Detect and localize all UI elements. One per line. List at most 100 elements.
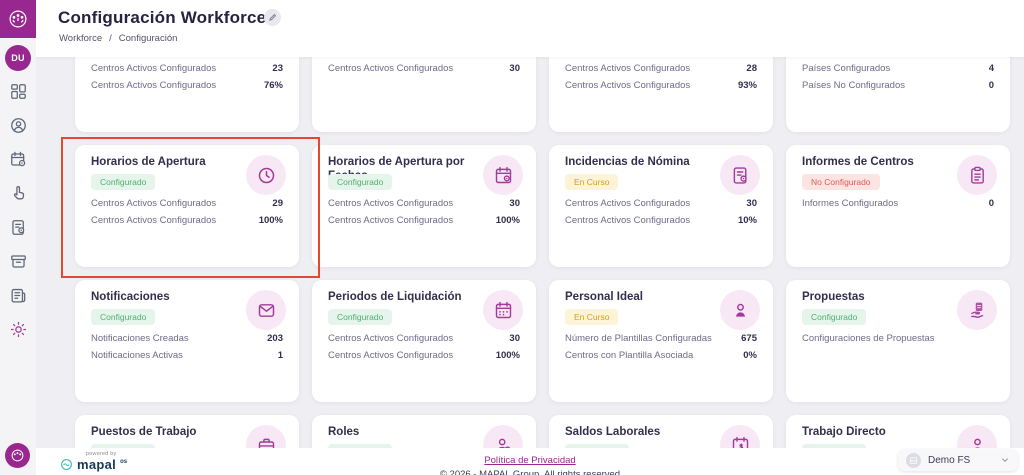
page-header: Configuración Workforce Workforce / Conf… [36,0,1024,57]
stat-row: Centros Activos Configurados 29 [91,198,283,209]
stat-label: Centros Activos Configurados [328,215,453,226]
card-partial-4[interactable]: Países Configurados4 Países No Configura… [786,57,1010,132]
status-badge: No Configurado [802,174,880,190]
chevron-down-icon [1000,455,1010,465]
stat-row: Centros con Plantilla Asociada0% [565,350,757,361]
card-partial-1[interactable]: Centros Activos Configurados 23 Centros A… [75,57,299,132]
dashboard-icon[interactable] [9,82,28,101]
card-title: Horarios de Apertura [91,156,239,170]
archive-icon[interactable] [9,252,28,271]
stat-label: Centros Activos Configurados [91,63,216,74]
card-title: Trabajo Directo [802,426,950,440]
stat-value: 29 [272,198,283,209]
stat-value: 0 [989,80,994,91]
environment-selector[interactable]: Demo FS [898,449,1018,471]
edit-title-button[interactable] [264,9,281,26]
card-partial-2[interactable]: Centros Activos Configurados30 [312,57,536,132]
stat-label: Centros Activos Configurados [565,63,690,74]
stat-label: Número de Plantillas Configuradas [565,333,712,344]
user-avatar[interactable]: DU [5,45,31,71]
card-title: Puestos de Trabajo [91,426,239,440]
stat-label: Centros Activos Configurados [328,350,453,361]
card-propuestas[interactable]: Propuestas Configurado Configuraciones d… [786,280,1010,402]
mapal-badge-button[interactable] [5,443,30,468]
briefcase-icon [246,425,286,448]
stat-row: Centros Activos Configurados 30 [328,333,520,344]
stat-value: 23 [272,63,283,74]
stat-label: Centros Activos Configurados [565,215,690,226]
stat-label: Centros Activos Configurados [328,333,453,344]
users-icon[interactable] [9,116,28,135]
card-notificaciones[interactable]: Notificaciones Configurado Notificacione… [75,280,299,402]
card-row-2: Horarios de Apertura Configurado Centros… [75,145,1010,267]
card-periodos-de-liquidacion[interactable]: Periodos de Liquidación Configurado Cent… [312,280,536,402]
stat-label: Notificaciones Creadas [91,333,189,344]
stat-row: Centros Activos Configurados30 [565,198,757,209]
clock-icon [246,155,286,195]
calendar-icon [483,290,523,330]
card-horarios-por-fechas[interactable]: Horarios de Apertura por Fechas Configur… [312,145,536,267]
stat-label: Centros Activos Configurados [328,63,453,74]
stat-value: 0% [743,350,757,361]
breadcrumb-configuracion[interactable]: Configuración [119,33,178,44]
card-row-3: Notificaciones Configurado Notificacione… [75,280,1010,402]
card-row-1: Centros Activos Configurados 23 Centros A… [75,57,1010,132]
mapal-logo[interactable] [0,0,36,38]
stat-row: Países No Configurados0 [802,80,994,91]
card-informes-de-centros[interactable]: Informes de Centros No Configurado Infor… [786,145,1010,267]
sidebar: DU [0,0,36,475]
worker-icon [957,425,997,448]
environment-image-icon [906,453,921,468]
document-settings-icon[interactable] [9,218,28,237]
card-roles[interactable]: Roles Configurado [312,415,536,448]
touch-icon[interactable] [9,184,28,203]
settings-icon[interactable] [9,320,28,339]
card-title: Personal Ideal [565,291,713,305]
stat-value: 203 [267,333,283,344]
card-puestos-de-trabajo[interactable]: Puestos de Trabajo Configurado [75,415,299,448]
stat-label: Centros Activos Configurados [91,198,216,209]
card-title: Incidencias de Nómina [565,156,713,170]
stat-row: Centros Activos Configurados30 [328,63,520,74]
mapal-logo-icon [7,8,29,30]
main-content: Centros Activos Configurados 23 Centros A… [36,57,1024,448]
stat-row: Centros Activos Configurados76% [91,80,283,91]
stat-row: Centros Activos Configurados 100% [328,215,520,226]
reports-icon[interactable] [9,286,28,305]
envelope-icon [246,290,286,330]
stat-row: Configuraciones de Propuestas [802,333,994,344]
breadcrumb-workforce[interactable]: Workforce [59,33,102,44]
status-badge: Configurado [802,309,866,325]
card-saldos-laborales[interactable]: Saldos Laborales Configurado [549,415,773,448]
stat-row: Número de Plantillas Configuradas675 [565,333,757,344]
card-personal-ideal[interactable]: Personal Ideal En Curso Número de Planti… [549,280,773,402]
copyright-text: © 2026 - MAPAL Group. All rights reserve… [36,469,1024,475]
card-partial-3[interactable]: Centros Activos Configurados28 Centros A… [549,57,773,132]
stat-label: Configuraciones de Propuestas [802,333,935,344]
stat-value: 4 [989,63,994,74]
stat-row: Países Configurados4 [802,63,994,74]
calendar-settings-icon [483,155,523,195]
stat-value: 10% [738,215,757,226]
stat-value: 30 [509,333,520,344]
stat-value: 100% [259,215,283,226]
status-badge: Configurado [91,174,155,190]
stat-row: Centros Activos Configurados 10% [565,215,757,226]
mapal-logo-icon [10,448,25,463]
stat-label: Centros Activos Configurados [565,198,690,209]
stat-label: Centros Activos Configurados [91,80,216,91]
card-title: Informes de Centros [802,156,950,170]
stat-row: Centros Activos Configurados93% [565,80,757,91]
card-title: Saldos Laborales [565,426,713,440]
stat-row: Centros Activos Configurados28 [565,63,757,74]
card-horarios-de-apertura[interactable]: Horarios de Apertura Configurado Centros… [75,145,299,267]
stat-label: Informes Configurados [802,198,898,209]
card-trabajo-directo[interactable]: Trabajo Directo Configurado [786,415,1010,448]
stat-value: 0 [989,198,994,209]
card-title: Propuestas [802,291,950,305]
card-incidencias-de-nomina[interactable]: Incidencias de Nómina En Curso Centros A… [549,145,773,267]
stat-row: Centros Activos Configurados100% [91,215,283,226]
schedule-icon[interactable] [9,150,28,169]
stat-value: 100% [496,215,520,226]
privacy-policy-link[interactable]: Política de Privacidad [484,455,575,466]
